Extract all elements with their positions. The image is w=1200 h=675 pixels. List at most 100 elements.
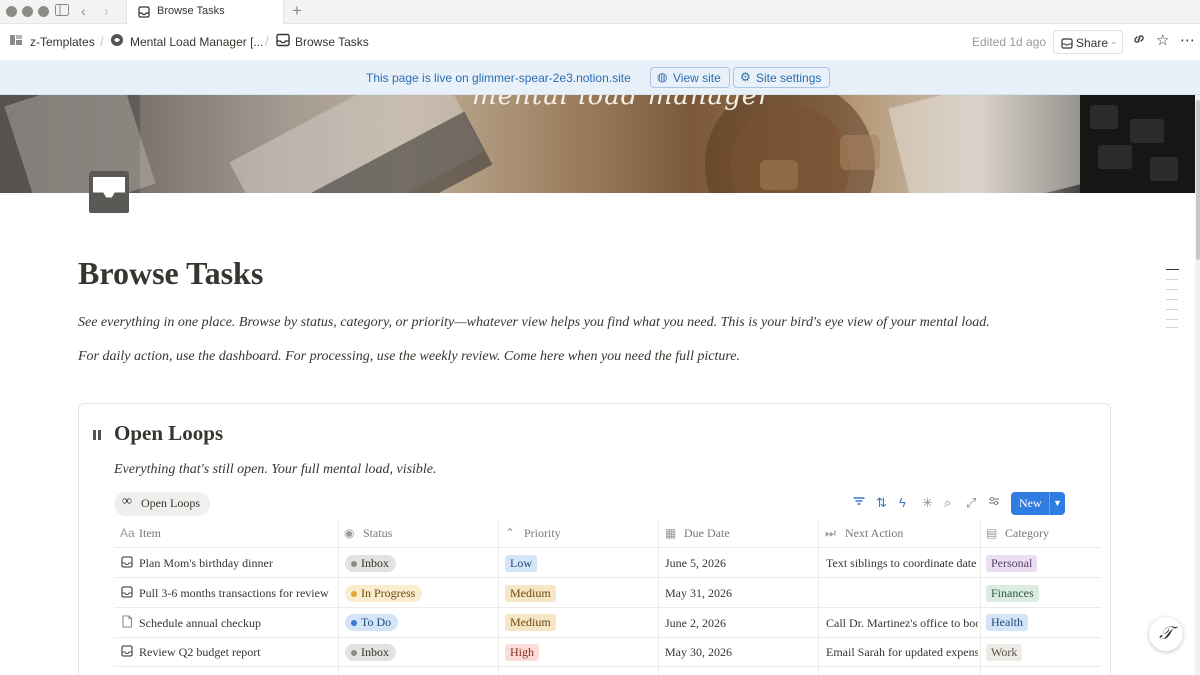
expand-icon[interactable]: ⤢ [966, 495, 976, 511]
breadcrumb-browse-tasks[interactable]: Browse Tasks [295, 35, 369, 49]
toc-line[interactable] [1166, 319, 1178, 320]
column-divider [658, 520, 659, 675]
templates-icon [9, 33, 23, 47]
status-badge[interactable]: To Do [345, 614, 399, 631]
page-cover-image[interactable]: mental load manager [0, 95, 1195, 193]
share-icon [1061, 36, 1073, 54]
status-badge[interactable]: In Progress [345, 585, 423, 602]
category-icon: ▤ [986, 526, 998, 540]
cell-next-action[interactable]: Email Sarah for updated expens [826, 645, 978, 660]
share-label: Share [1076, 36, 1109, 50]
inbox-icon [121, 586, 133, 601]
link-icon[interactable] [1132, 32, 1146, 51]
cell-item[interactable]: Plan Mom's birthday dinner [139, 556, 334, 571]
note-paragraph[interactable]: For daily action, use the dashboard. For… [78, 349, 740, 365]
help-button[interactable]: 𝒯 [1149, 617, 1183, 651]
drag-handle-icon[interactable] [92, 428, 102, 446]
banner-text: This page is live on glimmer-spear-2e3.n… [366, 71, 631, 85]
new-button-label: New [1019, 496, 1042, 510]
chevron-down-icon[interactable]: ▼ [1049, 492, 1065, 515]
breadcrumb-separator: / [265, 34, 269, 49]
category-badge[interactable]: Health [986, 614, 1028, 631]
status-property-icon: ◉ [344, 526, 355, 540]
cell-due-date[interactable]: June 2, 2026 [665, 616, 726, 631]
scrollbar-thumb[interactable] [1196, 100, 1200, 260]
column-header-category[interactable]: Category [1005, 526, 1049, 541]
plus-icon[interactable]: + [292, 1, 302, 21]
sort-icon[interactable]: ⇅ [876, 495, 887, 511]
view-site-button[interactable]: ◍ View site [650, 67, 730, 88]
gear-icon: ⚙ [740, 70, 751, 84]
cell-due-date[interactable]: May 30, 2026 [665, 645, 732, 660]
database-description: Everything that's still open. Your full … [114, 462, 437, 477]
filter-icon[interactable] [853, 495, 865, 511]
priority-chevrons-icon: ⌃ [505, 526, 516, 540]
cell-next-action[interactable]: Text siblings to coordinate date [826, 556, 978, 571]
database-title[interactable]: Open Loops [114, 421, 223, 446]
top-bar: z-Templates / Mental Load Manager [... /… [0, 24, 1200, 60]
window-close-button[interactable] [6, 6, 17, 17]
forward-icon[interactable]: › [104, 3, 109, 19]
intro-paragraph[interactable]: See everything in one place. Browse by s… [78, 315, 990, 331]
cell-due-date[interactable]: May 31, 2026 [665, 586, 732, 601]
tab-label: Browse Tasks [157, 5, 225, 17]
share-button[interactable]: Share ⌄ [1053, 30, 1123, 54]
globe-icon: ◍ [657, 70, 668, 84]
site-settings-button[interactable]: ⚙ Site settings [733, 67, 831, 88]
status-badge[interactable]: Inbox [345, 555, 396, 572]
new-button[interactable]: New ▼ [1011, 492, 1065, 515]
category-badge[interactable]: Work [986, 644, 1023, 661]
infinity-icon: ∞ [122, 494, 132, 509]
column-divider [980, 520, 981, 675]
column-header-status[interactable]: Status [363, 526, 392, 541]
ai-sparkle-icon[interactable]: ✳ [922, 495, 933, 511]
toc-line[interactable] [1166, 279, 1178, 280]
category-badge[interactable]: Finances [986, 585, 1039, 602]
column-header-due-date[interactable]: Due Date [684, 526, 730, 541]
inbox-icon [121, 556, 133, 571]
cell-due-date[interactable]: June 5, 2026 [665, 556, 726, 571]
column-header-priority[interactable]: Priority [524, 526, 561, 541]
cell-next-action[interactable]: Call Dr. Martinez's office to boo [826, 616, 978, 631]
view-tab-open-loops[interactable]: ∞ Open Loops [114, 492, 210, 516]
view-settings-icon[interactable] [988, 495, 1000, 511]
toc-line[interactable] [1166, 289, 1178, 290]
column-header-next-action[interactable]: Next Action [845, 526, 903, 541]
priority-badge[interactable]: Medium [505, 585, 556, 602]
more-options-icon[interactable]: ⋯ [1180, 32, 1195, 50]
window-minimize-button[interactable] [22, 6, 33, 17]
status-badge[interactable]: Inbox [345, 644, 396, 661]
back-icon[interactable]: ‹ [81, 3, 86, 19]
toc-line[interactable] [1166, 299, 1178, 300]
cell-item[interactable]: Pull 3-6 months transactions for review [139, 586, 335, 601]
category-badge[interactable]: Personal [986, 555, 1038, 572]
inbox-icon [121, 645, 133, 660]
header-divider [114, 547, 1101, 548]
cell-item[interactable]: Review Q2 budget report [139, 645, 334, 660]
column-header-item[interactable]: Item [139, 526, 161, 541]
priority-badge[interactable]: Medium [505, 614, 556, 631]
breadcrumb-templates[interactable]: z-Templates [30, 35, 95, 49]
column-divider [498, 520, 499, 675]
page-inbox-icon[interactable] [85, 167, 133, 215]
automation-bolt-icon[interactable]: ϟ [899, 495, 906, 511]
toc-line-active[interactable] [1166, 269, 1179, 270]
priority-badge[interactable]: Low [505, 555, 537, 572]
breadcrumb-separator: / [100, 34, 104, 49]
favorite-star-icon[interactable]: ☆ [1156, 32, 1169, 50]
view-tab-label: Open Loops [141, 496, 200, 510]
status-dot [351, 620, 357, 626]
page-title[interactable]: Browse Tasks [78, 255, 263, 292]
toc-line[interactable] [1166, 309, 1178, 310]
sidebar-toggle-icon[interactable] [55, 3, 69, 19]
breadcrumb-mental-load-manager[interactable]: Mental Load Manager [... [130, 35, 263, 49]
brain-icon [110, 33, 124, 47]
tab-browse-tasks[interactable]: Browse Tasks [126, 0, 284, 24]
status-label: Inbox [361, 556, 389, 570]
view-site-label: View site [673, 71, 721, 85]
priority-badge[interactable]: High [505, 644, 539, 661]
search-icon[interactable]: ⌕ [944, 495, 951, 511]
window-maximize-button[interactable] [38, 6, 49, 17]
toc-line[interactable] [1166, 327, 1178, 328]
cell-item[interactable]: Schedule annual checkup [139, 616, 334, 631]
